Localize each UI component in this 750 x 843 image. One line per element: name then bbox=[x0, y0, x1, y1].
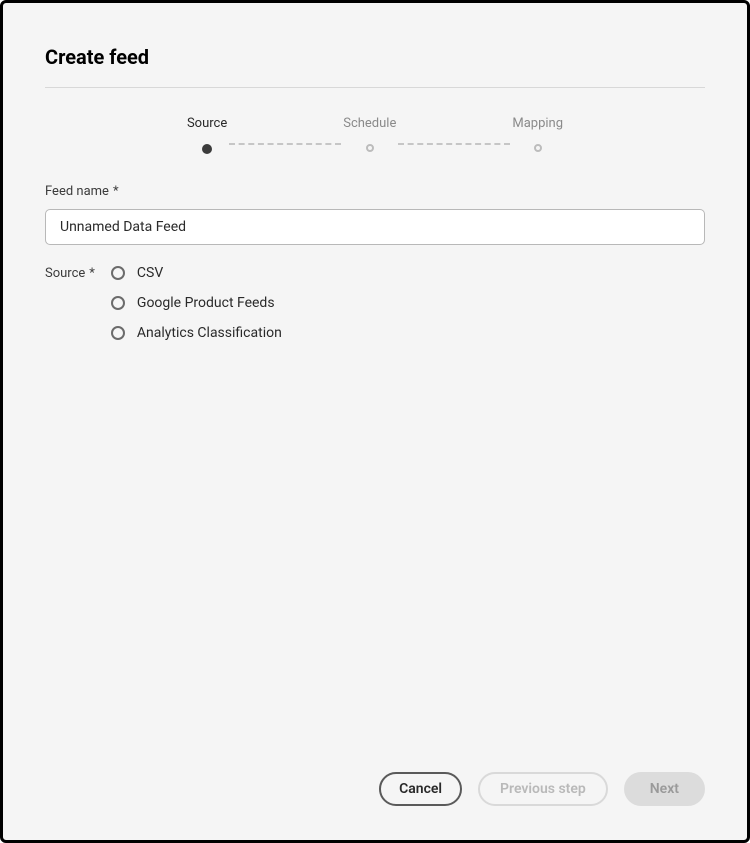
required-mark-icon: * bbox=[89, 266, 95, 281]
previous-step-button[interactable]: Previous step bbox=[478, 772, 608, 806]
source-option-analytics[interactable]: Analytics Classification bbox=[111, 325, 282, 341]
radio-icon bbox=[111, 266, 125, 280]
step-source[interactable]: Source bbox=[187, 116, 227, 154]
source-field: Source * CSV Google Product Feeds Analyt… bbox=[45, 265, 705, 341]
radio-icon bbox=[111, 296, 125, 310]
footer-buttons: Cancel Previous step Next bbox=[45, 772, 705, 812]
source-option-csv[interactable]: CSV bbox=[111, 265, 282, 281]
feed-name-input[interactable] bbox=[45, 209, 705, 245]
divider bbox=[45, 87, 705, 88]
feed-name-label: Feed name bbox=[45, 184, 109, 199]
step-connector bbox=[398, 143, 510, 145]
radio-icon bbox=[111, 326, 125, 340]
stepper: Source Schedule Mapping bbox=[45, 116, 705, 154]
page-title: Create feed bbox=[45, 45, 705, 69]
source-label: Source bbox=[45, 266, 85, 281]
step-connector bbox=[229, 143, 341, 145]
source-option-google[interactable]: Google Product Feeds bbox=[111, 295, 282, 311]
step-dot-icon bbox=[366, 144, 374, 152]
step-label: Source bbox=[187, 116, 227, 134]
step-dot-active-icon bbox=[202, 144, 212, 154]
step-schedule: Schedule bbox=[343, 116, 396, 152]
radio-label: Google Product Feeds bbox=[137, 295, 275, 311]
cancel-button[interactable]: Cancel bbox=[379, 772, 462, 806]
step-dot-icon bbox=[534, 144, 542, 152]
step-label: Mapping bbox=[512, 116, 563, 134]
step-mapping: Mapping bbox=[512, 116, 563, 152]
radio-label: Analytics Classification bbox=[137, 325, 282, 341]
next-button[interactable]: Next bbox=[624, 772, 705, 806]
required-mark-icon: * bbox=[113, 184, 119, 199]
radio-label: CSV bbox=[137, 265, 163, 281]
feed-name-field: Feed name * bbox=[45, 184, 705, 245]
source-radio-group: CSV Google Product Feeds Analytics Class… bbox=[111, 265, 282, 341]
step-label: Schedule bbox=[343, 116, 396, 134]
